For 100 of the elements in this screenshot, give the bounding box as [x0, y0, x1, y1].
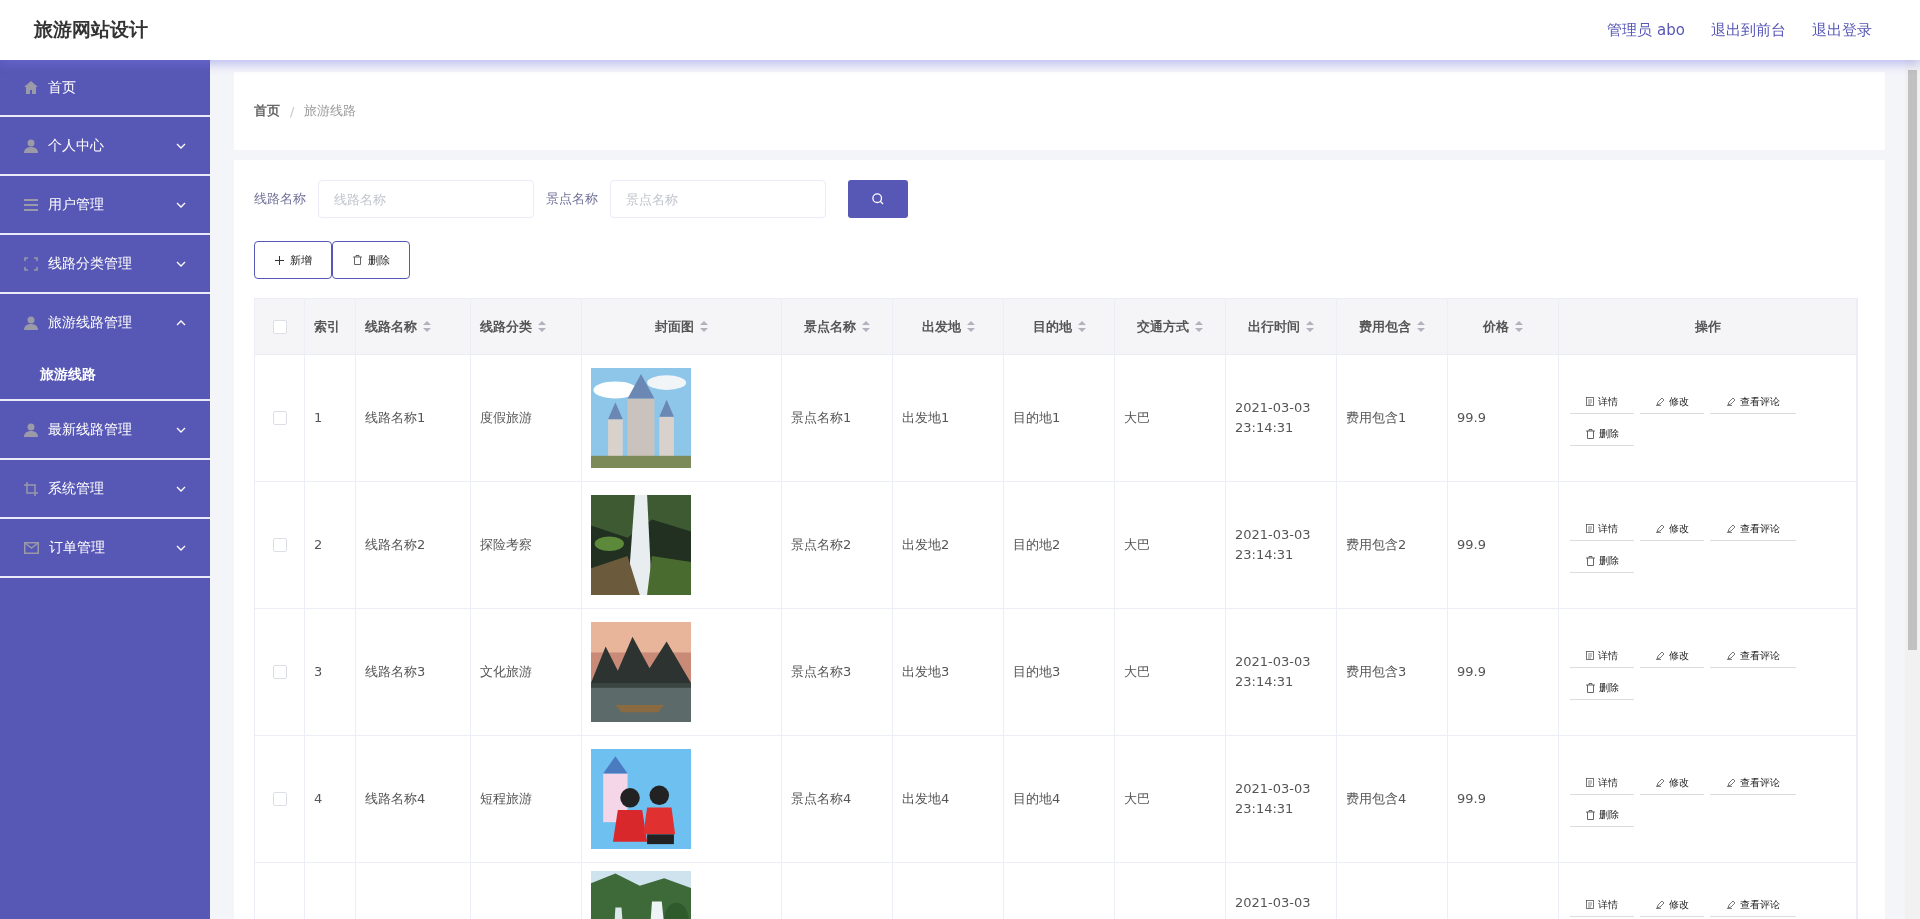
table-cell-text: 出发地4: [902, 790, 950, 808]
table-cell-text: 大巴: [1124, 663, 1150, 681]
column-header: 费用包含: [1359, 317, 1411, 336]
table-cell-text: 目的地1: [1013, 409, 1061, 427]
column-header: 封面图: [655, 317, 694, 336]
breadcrumb-separator: /: [290, 103, 295, 119]
column-header: 操作: [1694, 317, 1721, 336]
crop-icon: [24, 481, 38, 496]
sidebar-subitem[interactable]: 旅游线路: [0, 351, 210, 399]
menu-label: 个人中心: [48, 136, 105, 155]
scrollbar[interactable]: [1905, 60, 1920, 919]
menu-label: 用户管理: [48, 195, 105, 214]
table-cell-text: 99.9: [1457, 790, 1486, 808]
trash-icon: [1585, 809, 1595, 820]
document-icon: [1586, 397, 1594, 406]
chevron-icon: [176, 260, 186, 267]
chevron-icon: [176, 201, 186, 208]
sidebar-menu[interactable]: 旅游线路管理: [0, 294, 210, 351]
sort-icon[interactable]: [1195, 321, 1203, 332]
sidebar-menu[interactable]: 最新线路管理: [0, 401, 210, 458]
column-header: 出行时间: [1248, 317, 1300, 336]
document-icon: [1586, 778, 1594, 787]
pencil-icon: [1726, 778, 1736, 787]
search-field[interactable]: 景点名称: [610, 180, 826, 218]
pencil-icon: [1655, 900, 1665, 909]
chevron-icon: [176, 319, 186, 326]
sort-icon[interactable]: [538, 321, 546, 332]
table-cell-text: 大巴: [1124, 536, 1150, 554]
table-cell-text: 度假旅游: [480, 409, 532, 427]
table-cell-text: 99.9: [1457, 409, 1486, 427]
sidebar-menu[interactable]: 线路分类管理: [0, 235, 210, 292]
pencil-icon: [1655, 524, 1665, 533]
row-checkbox[interactable]: [272, 665, 287, 679]
site-title: 旅游网站设计: [34, 17, 148, 42]
user-icon: [24, 138, 38, 153]
sidebar-menu[interactable]: 系统管理: [0, 460, 210, 517]
user-icon: [24, 315, 38, 330]
sort-icon[interactable]: [966, 321, 975, 332]
table-cell-text: 线路名称3: [365, 663, 426, 681]
sidebar-menu[interactable]: 订单管理: [0, 519, 210, 576]
menu-label: 旅游线路管理: [48, 313, 133, 332]
pencil-icon: [1655, 778, 1665, 787]
pencil-icon: [1726, 397, 1736, 406]
row-checkbox[interactable]: [272, 411, 287, 425]
chevron-icon: [176, 485, 186, 492]
table-cell-text: 出发地1: [902, 409, 950, 427]
sidebar-item[interactable]: 首页: [0, 60, 210, 117]
row-checkbox[interactable]: [272, 792, 287, 806]
table-cell-text: 2021-03-03 23:14:31: [1235, 653, 1312, 691]
header-link[interactable]: 退出到前台: [1711, 20, 1786, 40]
sort-icon[interactable]: [1077, 321, 1086, 332]
sort-icon[interactable]: [862, 321, 870, 332]
table-cell-text: 景点名称2: [791, 536, 852, 554]
trash-icon: [352, 255, 362, 265]
row-checkbox[interactable]: [272, 538, 287, 552]
table-cell-text: 2021-03-03 23:14:31: [1235, 399, 1312, 437]
sidebar-menu[interactable]: 用户管理: [0, 176, 210, 233]
menu-label: 首页: [48, 78, 77, 97]
table-cell-text: 4: [314, 790, 323, 808]
table-cell-text: 线路名称2: [365, 536, 426, 554]
pencil-icon: [1726, 524, 1736, 533]
table-cell-text: 景点名称4: [791, 790, 852, 808]
table-cell-text: 费用包含1: [1346, 409, 1407, 427]
chevron-icon: [176, 426, 186, 433]
table-cell-text: 2021-03-03 23:14:31: [1235, 780, 1312, 818]
table-cell-text: 99.9: [1457, 536, 1486, 554]
select-all-checkbox[interactable]: [272, 319, 287, 334]
sort-icon[interactable]: [423, 321, 431, 332]
table-cell-text: 费用包含4: [1346, 790, 1407, 808]
trash-icon: [1585, 428, 1595, 439]
sort-icon[interactable]: [1417, 321, 1425, 332]
table-cell-text: 出发地3: [902, 663, 950, 681]
column-header: 目的地: [1032, 317, 1072, 336]
document-icon: [1586, 651, 1594, 660]
table-cell-text: 线路名称1: [365, 409, 426, 427]
add-button[interactable]: 新增: [254, 241, 332, 279]
column-header: 出发地: [921, 317, 961, 336]
table-cell-text: 3: [314, 663, 323, 681]
header-link[interactable]: 退出登录: [1812, 20, 1872, 40]
breadcrumb-link[interactable]: 首页: [254, 102, 280, 120]
table-cell-text: 大巴: [1124, 409, 1150, 427]
menu-label: 订单管理: [49, 538, 106, 557]
header-link[interactable]: 管理员 abo: [1607, 20, 1685, 40]
table-cell-text: 探险考察: [480, 536, 532, 554]
delete-button[interactable]: 删除: [332, 241, 410, 279]
field-label: 景点名称: [546, 190, 598, 208]
mail-icon: [24, 541, 39, 554]
table-cell-text: 目的地4: [1013, 790, 1061, 808]
menu-label: 最新线路管理: [48, 420, 133, 439]
pencil-icon: [1726, 900, 1736, 909]
table-cell-text: 目的地3: [1013, 663, 1061, 681]
search-button[interactable]: [848, 180, 908, 218]
sort-icon[interactable]: [700, 321, 708, 332]
search-field[interactable]: 线路名称: [318, 180, 534, 218]
pencil-icon: [1655, 651, 1665, 660]
sidebar-menu[interactable]: 个人中心: [0, 117, 210, 174]
sort-icon[interactable]: [1515, 321, 1523, 332]
table-cell-text: 大巴: [1124, 790, 1150, 808]
frame-icon: [24, 256, 38, 271]
sort-icon[interactable]: [1306, 321, 1314, 332]
